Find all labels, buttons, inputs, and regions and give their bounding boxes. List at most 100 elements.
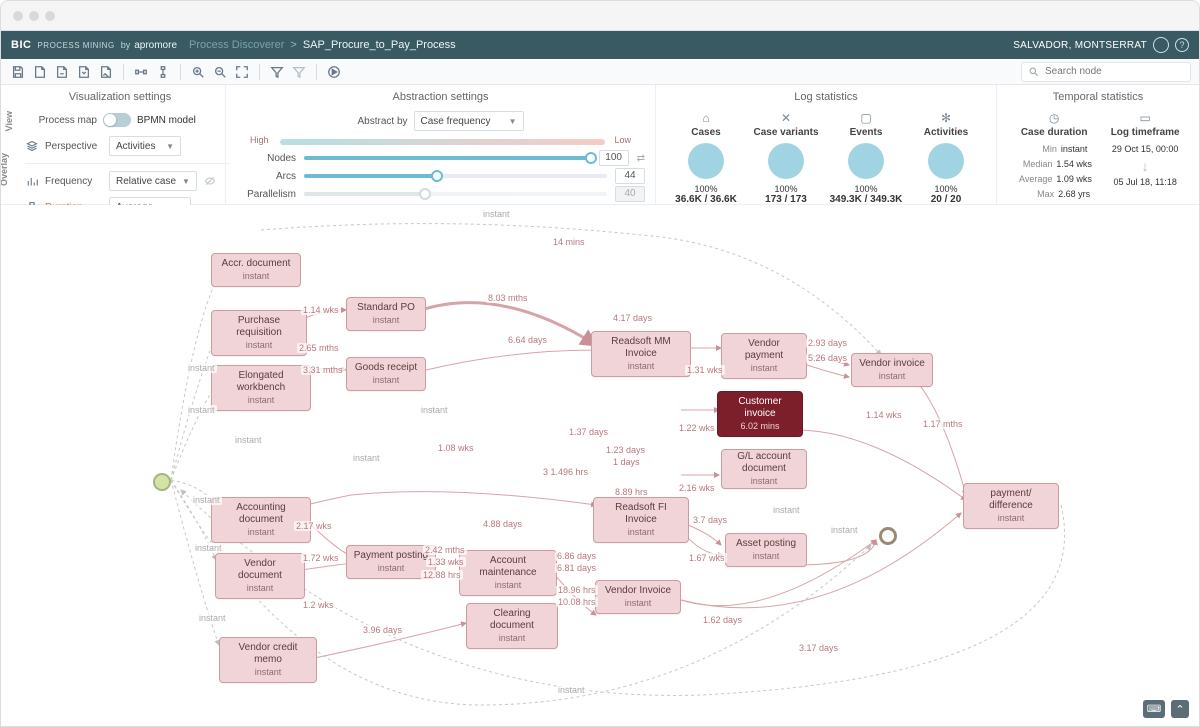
ordering-gradient: High Low (280, 139, 605, 145)
traffic-light-dot (29, 11, 39, 21)
export-pdf-button[interactable] (53, 63, 71, 81)
log-statistics-panel: Log statistics ⌂ Cases 100%36.6K / 36.6K… (656, 85, 997, 204)
frequency-icon (25, 174, 39, 188)
swap-icon[interactable]: ⇄ (637, 153, 645, 164)
help-icon[interactable]: ? (1175, 38, 1189, 52)
export-image-button[interactable] (97, 63, 115, 81)
by-label: by (121, 40, 131, 50)
edge-label: 4.88 days (481, 519, 524, 529)
node-vendor-payment[interactable]: Vendor paymentinstant (721, 333, 807, 379)
traffic-light-dot (45, 11, 55, 21)
collapse-panel-button[interactable]: ⌃ (1171, 700, 1189, 718)
edge-label: instant (771, 505, 802, 515)
nodes-slider[interactable] (304, 156, 591, 160)
canvas-floating-controls: ⌨ ⌃ (1143, 700, 1189, 718)
visibility-off-icon[interactable] (203, 174, 217, 188)
end-node[interactable] (879, 527, 897, 545)
node-payment-difference[interactable]: payment/ differenceinstant (963, 483, 1059, 529)
keyboard-shortcut-button[interactable]: ⌨ (1143, 700, 1165, 718)
cases-icon: ⌂ (702, 111, 709, 125)
activities-icon: ✻ (941, 111, 951, 125)
edge-label: 1.17 mths (921, 419, 965, 429)
edge-label: 3 1.496 hrs (541, 467, 590, 477)
search-icon (1028, 66, 1039, 77)
parallelism-slider[interactable] (304, 192, 607, 196)
logstats-panel-title: Log statistics (666, 91, 986, 103)
edge-label: 5.26 days (806, 353, 849, 363)
process-map-canvas[interactable]: Accr. documentinstant Purchase requisiti… (1, 205, 1199, 727)
node-standard-po[interactable]: Standard POinstant (346, 297, 426, 331)
edge-label: instant (193, 543, 224, 553)
nodes-value[interactable]: 100 (599, 150, 629, 166)
stat-events[interactable]: ▢ Events 100%349.3K / 349.3K (826, 111, 906, 205)
save-button[interactable] (9, 63, 27, 81)
node-customer-invoice[interactable]: Customer invoice6.02 mins (717, 391, 803, 437)
export-bpmn-button[interactable] (31, 63, 49, 81)
edge-label: instant (186, 405, 217, 415)
edge-label: 1.31 wks (685, 365, 725, 375)
zoom-out-button[interactable] (211, 63, 229, 81)
abstract-by-label: Abstract by (357, 116, 407, 127)
process-map-toggle[interactable] (103, 113, 131, 127)
user-avatar-icon[interactable] (1153, 37, 1169, 53)
node-vendor-invoice-2[interactable]: Vendor Invoiceinstant (595, 580, 681, 614)
node-readsoft-fi-invoice[interactable]: Readsoft FI Invoiceinstant (593, 497, 689, 543)
gauge-icon (928, 143, 964, 179)
brand-subtitle: PROCESS MINING (37, 41, 114, 50)
perspective-dropdown[interactable]: Activities▼ (109, 136, 181, 156)
node-vendor-document[interactable]: Vendor documentinstant (215, 553, 305, 599)
app-window: BIC PROCESS MINING by apromore Process D… (0, 0, 1200, 727)
settings-stats-row: View Overlay Visualization settings Proc… (1, 85, 1199, 205)
node-elongated-workbench[interactable]: Elongated workbenchinstant (211, 365, 311, 411)
edge-label: 12.88 hrs (421, 570, 463, 580)
arcs-value[interactable]: 44 (615, 168, 645, 184)
zoom-in-button[interactable] (189, 63, 207, 81)
variants-icon: ✕ (781, 111, 791, 125)
view-side-label: View (4, 111, 14, 131)
node-readsoft-mm-invoice[interactable]: Readsoft MM Invoiceinstant (591, 331, 691, 377)
abstract-by-dropdown[interactable]: Case frequency▼ (414, 111, 524, 131)
start-node[interactable] (153, 473, 171, 491)
node-vendor-invoice[interactable]: Vendor invoiceinstant (851, 353, 933, 387)
edge-label: instant (829, 525, 860, 535)
edge-label: instant (191, 495, 222, 505)
node-gl-account-document[interactable]: G/L account documentinstant (721, 449, 807, 489)
search-container[interactable] (1021, 62, 1191, 82)
brand-logo: BIC (11, 39, 31, 51)
edge-label: 3.96 days (361, 625, 404, 635)
edge-label: 2.93 days (806, 338, 849, 348)
node-asset-posting[interactable]: Asset postinginstant (725, 533, 807, 567)
breadcrumb-root[interactable]: Process Discoverer (189, 39, 284, 51)
edge-label: 1.08 wks (436, 443, 476, 453)
stat-activities[interactable]: ✻ Activities 100%20 / 20 (906, 111, 986, 205)
viz-panel-title: Visualization settings (25, 91, 215, 103)
fit-screen-button[interactable] (233, 63, 251, 81)
gauge-icon (848, 143, 884, 179)
edge-label: 14 mins (551, 237, 587, 247)
animate-button[interactable] (325, 63, 343, 81)
edge-label: instant (233, 435, 264, 445)
user-name: SALVADOR, MONTSERRAT (1013, 40, 1147, 51)
node-accounting-document[interactable]: Accounting documentinstant (211, 497, 311, 543)
edge-label: 1.62 days (701, 615, 744, 625)
stat-variants[interactable]: ✕ Case variants 100%173 / 173 (746, 111, 826, 205)
node-clearing-document[interactable]: Clearing documentinstant (466, 603, 558, 649)
search-input[interactable] (1043, 65, 1184, 78)
filter-button[interactable] (268, 63, 286, 81)
export-json-button[interactable] (75, 63, 93, 81)
node-goods-receipt[interactable]: Goods receiptinstant (346, 357, 426, 391)
stat-cases[interactable]: ⌂ Cases 100%36.6K / 36.6K (666, 111, 746, 205)
layout-tb-button[interactable] (154, 63, 172, 81)
frequency-dropdown[interactable]: Relative case▼ (109, 171, 197, 191)
node-vendor-credit-memo[interactable]: Vendor credit memoinstant (219, 637, 317, 683)
edge-label: 2.16 wks (677, 483, 717, 493)
node-account-maintenance[interactable]: Account maintenanceinstant (459, 550, 557, 596)
frequency-label: Frequency (45, 176, 103, 187)
filter-clear-button[interactable] (290, 63, 308, 81)
node-accr-document[interactable]: Accr. documentinstant (211, 253, 301, 287)
arcs-slider[interactable] (304, 174, 607, 178)
node-purchase-requisition[interactable]: Purchase requisitioninstant (211, 310, 307, 356)
edge-label: 3.17 days (797, 643, 840, 653)
app-header: BIC PROCESS MINING by apromore Process D… (1, 31, 1199, 59)
layout-lr-button[interactable] (132, 63, 150, 81)
